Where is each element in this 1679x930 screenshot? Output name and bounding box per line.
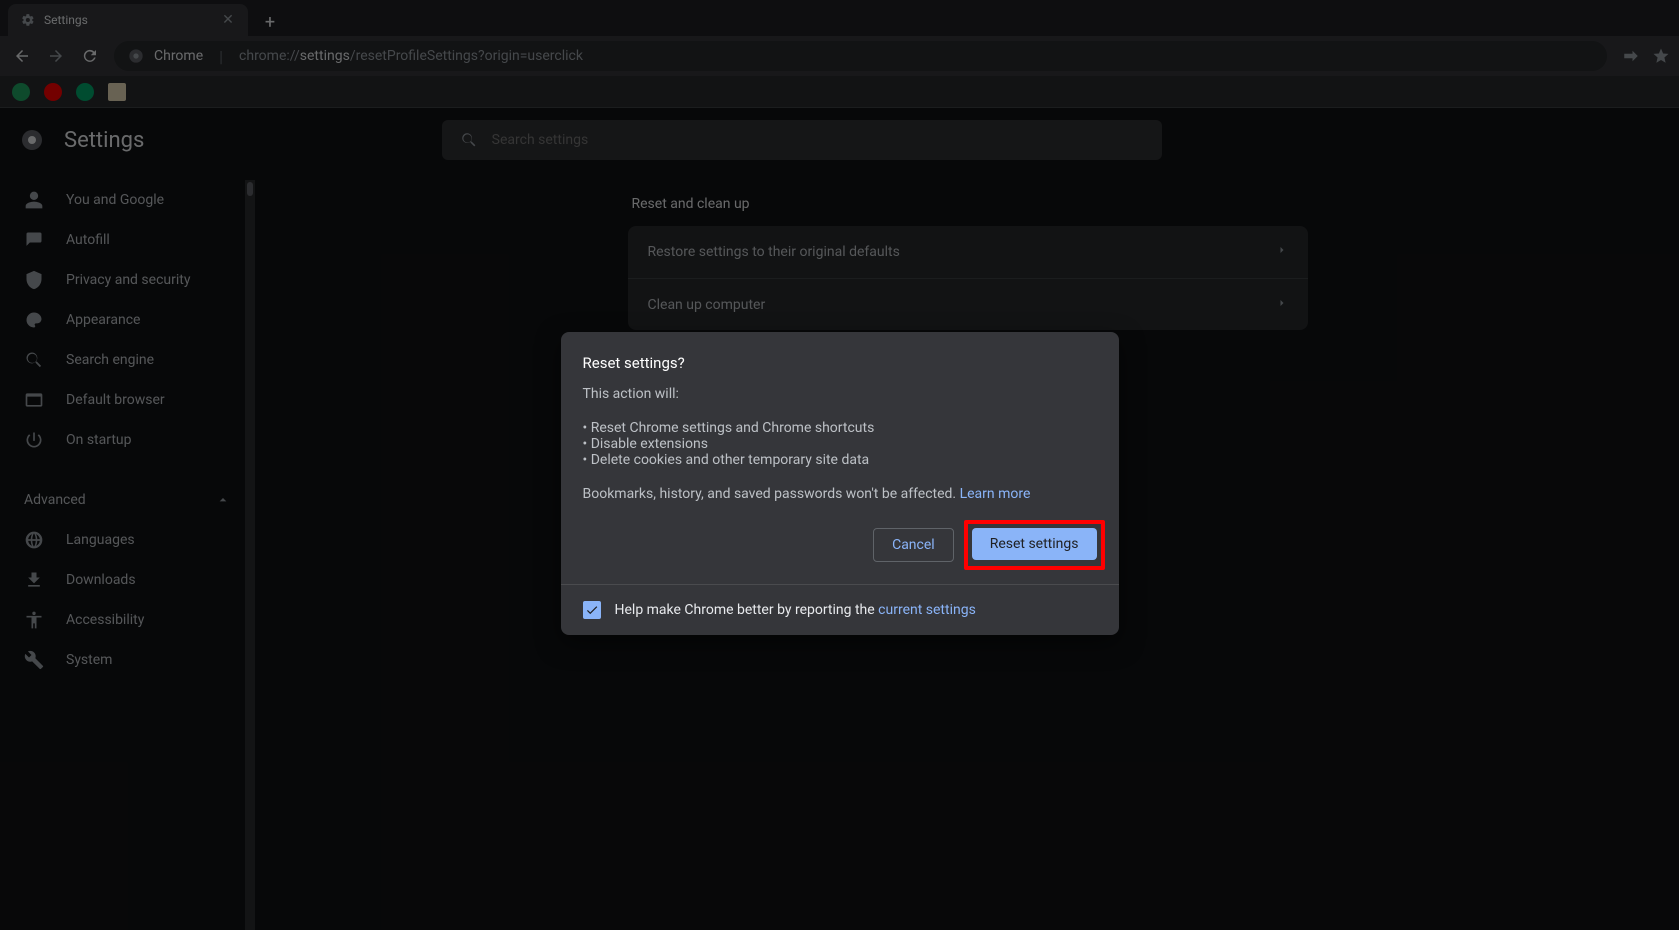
dialog-note: Bookmarks, history, and saved passwords … bbox=[583, 486, 1097, 502]
dialog-actions: Cancel Reset settings bbox=[583, 528, 1097, 562]
dialog-footer: Help make Chrome better by reporting the… bbox=[561, 584, 1119, 635]
cancel-button[interactable]: Cancel bbox=[873, 528, 954, 562]
highlight-annotation: Reset settings bbox=[964, 520, 1105, 570]
bullet-item: Delete cookies and other temporary site … bbox=[583, 452, 1097, 468]
dialog-subtitle: This action will: bbox=[583, 386, 1097, 402]
reset-settings-dialog: Reset settings? This action will: Reset … bbox=[561, 332, 1119, 635]
current-settings-link[interactable]: current settings bbox=[878, 602, 976, 618]
dialog-title: Reset settings? bbox=[583, 354, 1097, 372]
bullet-item: Reset Chrome settings and Chrome shortcu… bbox=[583, 420, 1097, 436]
check-icon bbox=[585, 603, 599, 617]
bullet-item: Disable extensions bbox=[583, 436, 1097, 452]
report-checkbox[interactable] bbox=[583, 601, 601, 619]
learn-more-link[interactable]: Learn more bbox=[960, 486, 1031, 502]
footer-text: Help make Chrome better by reporting the… bbox=[615, 602, 976, 618]
reset-settings-button[interactable]: Reset settings bbox=[972, 528, 1097, 560]
dialog-bullet-list: Reset Chrome settings and Chrome shortcu… bbox=[583, 420, 1097, 468]
modal-overlay: Reset settings? This action will: Reset … bbox=[0, 0, 1679, 930]
